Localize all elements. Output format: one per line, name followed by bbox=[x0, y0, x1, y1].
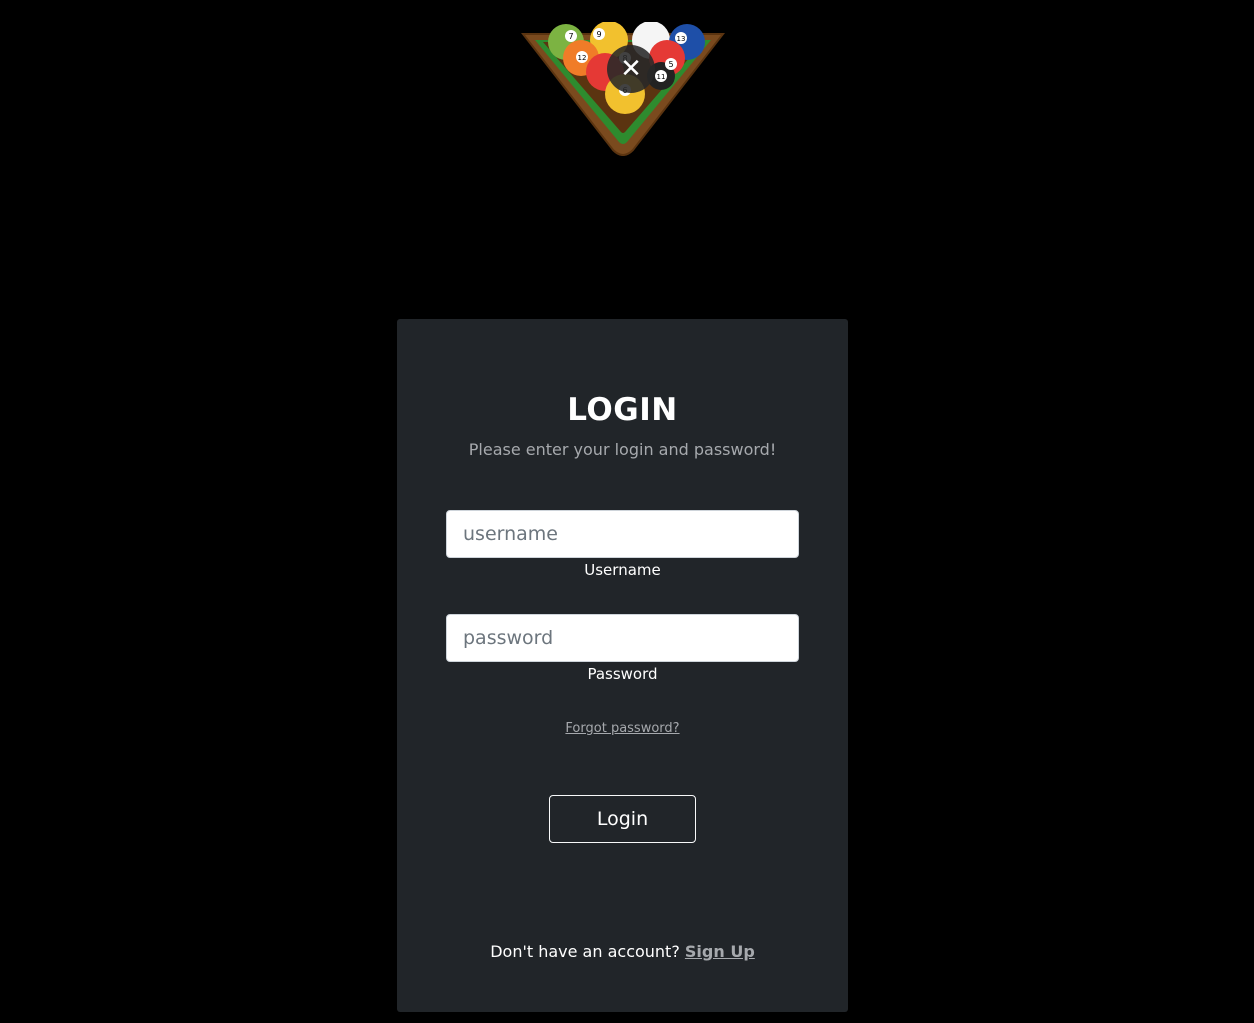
login-page: 7 9 13 12 8 5 11 6 ✕ LOGIN Please enter … bbox=[0, 0, 1254, 1023]
signup-link[interactable]: Sign Up bbox=[685, 942, 755, 961]
login-subtitle: Please enter your login and password! bbox=[468, 440, 777, 459]
ball-number: 11 bbox=[657, 73, 666, 81]
password-input[interactable] bbox=[446, 614, 799, 662]
ball-number: 7 bbox=[568, 32, 573, 41]
page-title: LOGIN bbox=[567, 392, 678, 428]
ball-number: 13 bbox=[677, 35, 686, 43]
username-input[interactable] bbox=[446, 510, 799, 558]
login-button[interactable]: Login bbox=[549, 795, 696, 843]
signup-row: Don't have an account? Sign Up bbox=[397, 942, 848, 961]
ball-number: 9 bbox=[596, 30, 601, 39]
username-label: Username bbox=[584, 561, 661, 579]
ball-number: 12 bbox=[578, 54, 587, 62]
login-card: LOGIN Please enter your login and passwo… bbox=[397, 319, 848, 1012]
signup-prompt: Don't have an account? bbox=[490, 942, 685, 961]
close-icon[interactable]: ✕ bbox=[607, 45, 655, 93]
password-label: Password bbox=[587, 665, 658, 683]
close-glyph: ✕ bbox=[620, 54, 642, 84]
forgot-password-link[interactable]: Forgot password? bbox=[397, 721, 848, 736]
ball-number: 5 bbox=[668, 60, 673, 69]
